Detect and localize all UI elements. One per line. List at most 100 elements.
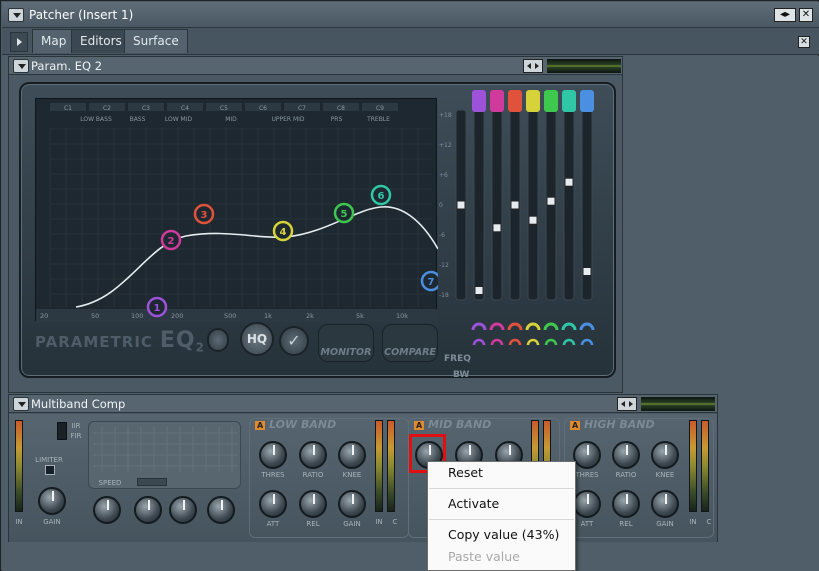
limiter-checkbox[interactable] xyxy=(45,465,55,475)
slider-track xyxy=(491,109,503,301)
master-gain-label: GAIN xyxy=(43,518,61,526)
tab-bar: Map Editors Surface ✕ xyxy=(2,28,819,55)
multiband-menu-icon[interactable] xyxy=(13,397,29,411)
menu-item-paste-value: Paste value xyxy=(448,549,520,564)
freq-knob-1 xyxy=(471,322,487,331)
freq-knob-7 xyxy=(579,322,595,331)
checkmark-icon[interactable]: ✓ xyxy=(279,326,309,356)
window-title: Patcher (Insert 1) xyxy=(29,8,134,22)
low-ratio-label: RATIO xyxy=(302,471,324,479)
window-nav-icon[interactable]: ◂▸ xyxy=(774,8,796,22)
eq-band-sliders[interactable]: +18 +12 +6 0 -6 -12 -18 xyxy=(439,90,614,350)
editors-area: Param. EQ 2 C1 C2 C3 C4 C5 C6 C7 C8 C9 LOW BASS BA… xyxy=(2,56,819,571)
note-label: C7 xyxy=(298,105,306,112)
band-node-label: 1 xyxy=(154,303,161,314)
tabs-close-icon[interactable]: ✕ xyxy=(798,36,810,48)
multiband-nav-icon[interactable] xyxy=(617,397,637,411)
high-att-knob[interactable] xyxy=(573,490,601,518)
low-knee-knob[interactable] xyxy=(338,441,366,469)
bw-knob-5 xyxy=(544,338,558,346)
note-label: C1 xyxy=(64,105,72,112)
freq-knob-5 xyxy=(543,322,559,331)
compare-group[interactable]: COMPARE xyxy=(382,324,438,362)
band-node-label: 5 xyxy=(341,209,348,220)
menu-item-copy-value[interactable]: Copy value (43%) xyxy=(428,524,577,546)
freq-tick: 100 xyxy=(131,312,143,320)
low-knee-label: KNEE xyxy=(342,471,362,479)
db-tick: 0 xyxy=(439,202,443,209)
freq-knob-2 xyxy=(489,322,505,331)
tab-map[interactable]: Map xyxy=(32,29,76,53)
input-meter xyxy=(15,420,23,512)
low-band-meter xyxy=(375,420,383,512)
note-label: C8 xyxy=(337,105,345,112)
freq-tick: 5k xyxy=(356,312,364,320)
tab-nav-arrow-icon[interactable] xyxy=(10,32,28,52)
param-eq-body: C1 C2 C3 C4 C5 C6 C7 C8 C9 LOW BASS BASS LOW MID MID… xyxy=(19,82,616,380)
high-band-name: HIGH BAND xyxy=(584,418,655,431)
hq-button[interactable]: HQ xyxy=(240,322,274,356)
high-knee-knob[interactable] xyxy=(651,441,679,469)
crossover-knob-3[interactable] xyxy=(169,496,197,524)
in-label-left: IN xyxy=(15,518,23,526)
tab-editors[interactable]: Editors xyxy=(71,29,131,53)
db-tick: -12 xyxy=(439,262,449,269)
bw-knob-6 xyxy=(562,338,576,346)
master-gain-knob[interactable] xyxy=(38,487,66,515)
band-node-label: 2 xyxy=(168,236,175,247)
freq-tick: 500 xyxy=(224,312,236,320)
note-label: C2 xyxy=(103,105,111,112)
note-label: C9 xyxy=(376,105,384,112)
bw-knob-1 xyxy=(472,338,486,346)
freq-tick: 2k xyxy=(306,312,314,320)
monitor-group[interactable]: MONITOR xyxy=(318,324,374,362)
high-gain-knob[interactable] xyxy=(651,490,679,518)
slider-track xyxy=(527,109,539,301)
eq-graph[interactable]: C1 C2 C3 C4 C5 C6 C7 C8 C9 LOW BASS BASS LOW MID MID… xyxy=(35,98,438,322)
range-label: UPPER MID xyxy=(271,116,304,123)
low-rel-knob[interactable] xyxy=(299,490,327,518)
slider-handle xyxy=(492,223,502,233)
eq-prev-button[interactable] xyxy=(207,328,229,352)
title-bar[interactable]: Patcher (Insert 1) ◂▸ ✕ xyxy=(2,2,819,28)
high-rel-label: REL xyxy=(619,520,633,528)
low-att-knob[interactable] xyxy=(259,490,287,518)
menu-item-reset[interactable]: Reset xyxy=(428,462,577,484)
window-menu-icon[interactable] xyxy=(8,8,24,22)
mid-band-title: A MID BAND xyxy=(414,418,492,431)
crossover-knob-1[interactable] xyxy=(93,496,121,524)
high-rel-knob[interactable] xyxy=(612,490,640,518)
crossover-knob-2[interactable] xyxy=(134,496,162,524)
freq-tick: 20 xyxy=(40,312,48,320)
param-eq-panel: Param. EQ 2 C1 C2 C3 C4 C5 C6 C7 C8 C9 LOW BASS BA… xyxy=(8,56,623,393)
high-band-meter xyxy=(689,420,697,512)
low-gain-knob[interactable] xyxy=(338,490,366,518)
band-tab-7 xyxy=(580,90,594,112)
range-label: LOW BASS xyxy=(80,116,112,123)
band-node-label: 6 xyxy=(378,191,385,202)
eq-brand-text: PARAMETRIC xyxy=(35,333,153,351)
low-thres-knob[interactable] xyxy=(259,441,287,469)
freq-tick: 200 xyxy=(171,312,183,320)
range-label: TREBLE xyxy=(366,116,390,123)
slider-track xyxy=(563,109,575,301)
crossover-knob-4[interactable] xyxy=(207,496,235,524)
limiter-label: LIMITER xyxy=(35,456,63,464)
eq-brand: PARAMETRIC EQ2 xyxy=(35,328,205,354)
low-ratio-knob[interactable] xyxy=(299,441,327,469)
note-label: C5 xyxy=(220,105,228,112)
menu-item-activate[interactable]: Activate xyxy=(428,493,577,515)
param-eq-nav-icon[interactable] xyxy=(523,59,543,73)
band-tab-4 xyxy=(526,90,540,112)
slider-track xyxy=(473,109,485,301)
high-knee-label: KNEE xyxy=(655,471,675,479)
tab-surface[interactable]: Surface xyxy=(124,29,188,53)
param-eq-menu-icon[interactable] xyxy=(13,59,29,73)
high-thres-knob[interactable] xyxy=(573,441,601,469)
context-menu: Reset Activate Copy value (43%) Paste va… xyxy=(427,461,576,571)
range-label: LOW MID xyxy=(165,116,193,123)
high-ratio-knob[interactable] xyxy=(612,441,640,469)
speed-slider[interactable] xyxy=(137,478,167,486)
close-icon[interactable]: ✕ xyxy=(799,8,813,22)
db-tick: +6 xyxy=(439,172,448,179)
